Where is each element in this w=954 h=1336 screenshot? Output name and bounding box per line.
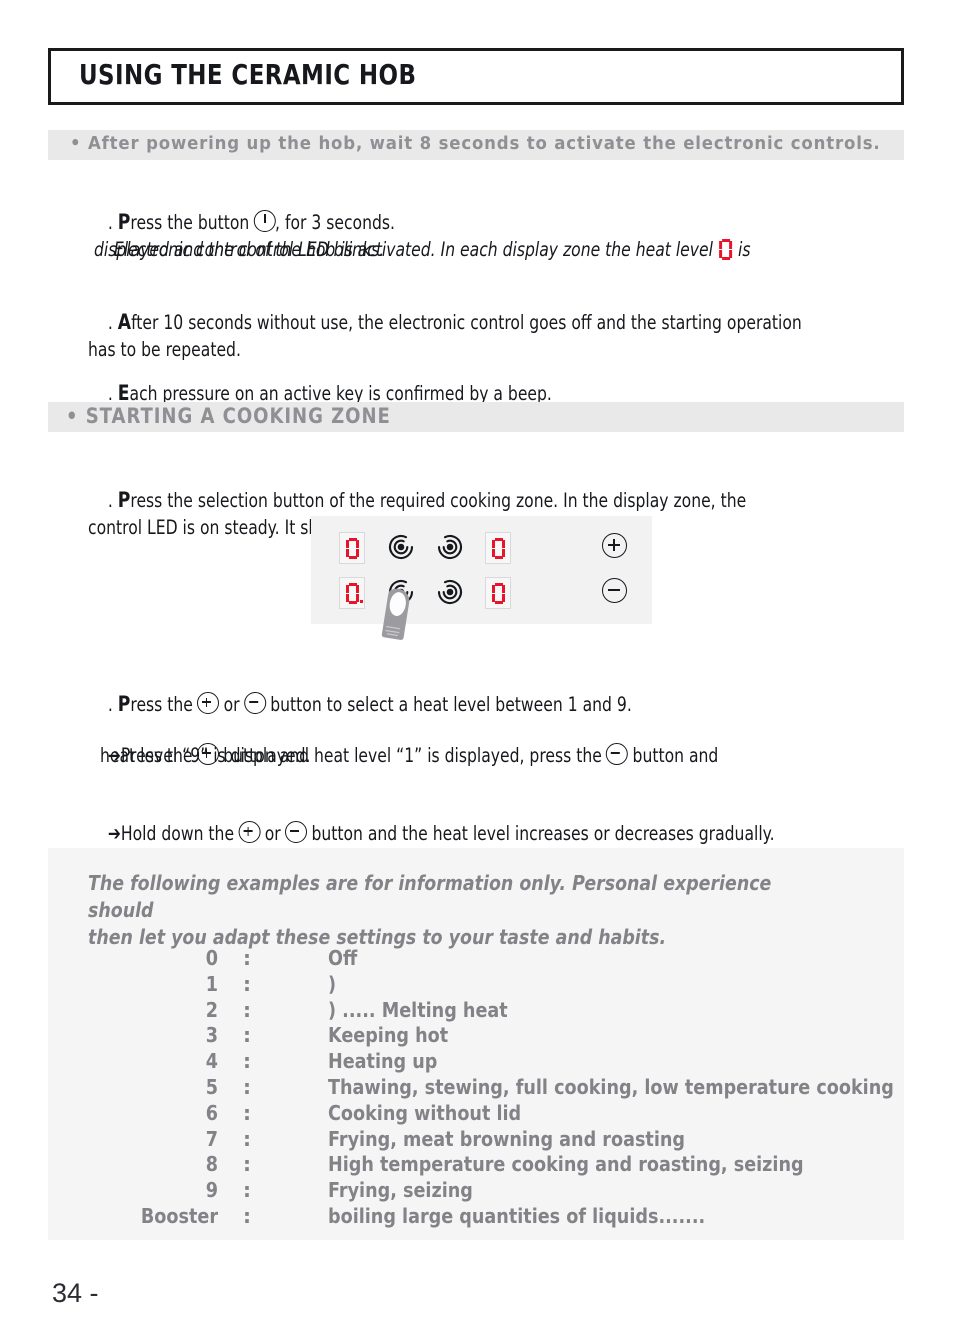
heat-level-description: Frying, meat browning and roasting	[328, 1126, 686, 1151]
heat-level-description: boiling large quantities of liquids.....…	[328, 1203, 706, 1228]
heat-select-dropcap: P	[117, 692, 131, 717]
page-title: USING THE CERAMIC HOB	[79, 58, 417, 91]
table-row: 2: ) ..... Melting heat	[88, 998, 918, 1024]
notice-band: • After powering up the hob, wait 8 seco…	[48, 130, 904, 160]
plus-button[interactable]	[602, 533, 627, 558]
separator-colon: :	[243, 1126, 251, 1151]
bullet-marker: .	[107, 693, 118, 716]
minus-button-icon	[285, 821, 308, 843]
heat-select-text-b: or	[218, 693, 245, 716]
separator-colon: :	[243, 1074, 251, 1099]
table-row: 3: Keeping hot	[88, 1023, 918, 1049]
heat-level-description: Frying, seizing	[328, 1178, 473, 1203]
page-number: 34 -	[52, 1278, 99, 1308]
cooking-zone-dropcap: P	[117, 488, 131, 513]
bullet-2-dropcap: A	[117, 310, 132, 335]
heat-level-description: Off	[328, 946, 358, 970]
table-row: 0: Off	[88, 946, 918, 972]
heat-level-value: 5	[205, 1074, 218, 1099]
heat-select-arrow-1-cont: heat level “9” is displayed.	[100, 744, 311, 767]
display-zone-4	[485, 577, 511, 609]
display-zone-3	[339, 577, 365, 609]
arrow-glyph-icon: ➔	[107, 822, 121, 845]
display-zone-2	[485, 532, 511, 564]
heat-level-description: Heating up	[328, 1049, 438, 1074]
heat-level-value: 3	[205, 1023, 218, 1048]
arrow-2-text-a: Hold down the	[120, 822, 239, 845]
hob-control-panel-diagram	[311, 516, 652, 624]
table-row: Booster: boiling large quantities of liqu…	[88, 1204, 918, 1230]
seven-segment-digit	[346, 538, 359, 559]
page-title-box: USING THE CERAMIC HOB	[48, 48, 904, 105]
table-row: 7: Frying, meat browning and roasting	[88, 1127, 918, 1153]
heat-select-text-a: ress the	[130, 693, 198, 716]
seven-segment-digit	[492, 538, 505, 559]
heat-level-value: 6	[205, 1100, 218, 1125]
pressing-finger-icon	[375, 578, 419, 640]
separator-colon: :	[243, 1152, 251, 1177]
table-row: 9: Frying, seizing	[88, 1178, 918, 1204]
heat-level-description: )	[328, 971, 337, 996]
cooking-zone-selector-4[interactable]	[437, 579, 463, 605]
separator-colon: :	[243, 1049, 251, 1074]
display-zone-1	[339, 532, 365, 564]
arrow-2-text-c: button and the heat level increases or d…	[306, 822, 775, 845]
examples-box: The following examples are for informati…	[48, 848, 904, 1240]
arrow-2-text-b: or	[259, 822, 286, 845]
table-row: 1:)	[88, 972, 918, 998]
heat-level-value: Booster	[140, 1203, 218, 1228]
heat-level-description: ) ..... Melting heat	[328, 997, 508, 1022]
examples-intro-text: The following examples are for informati…	[88, 871, 772, 949]
separator-colon: :	[243, 997, 251, 1022]
heat-select-text-c: button to select a heat level between 1 …	[265, 693, 632, 716]
heat-level-value: 0	[205, 946, 218, 970]
plus-button-icon	[197, 692, 220, 714]
table-row: 6: Cooking without lid	[88, 1101, 918, 1127]
table-row: 8: High temperature cooking and roasting,…	[88, 1152, 918, 1178]
heat-level-description: Thawing, stewing, full cooking, low temp…	[328, 1074, 894, 1099]
separator-colon: :	[243, 1023, 251, 1048]
separator-colon: :	[243, 946, 251, 970]
heat-level-value: 9	[205, 1178, 218, 1203]
decimal-point-indicator	[359, 599, 363, 603]
minus-button-icon	[243, 692, 266, 714]
heat-level-description: Keeping hot	[328, 1023, 449, 1048]
notice-band-text: • After powering up the hob, wait 8 seco…	[70, 133, 881, 154]
heat-level-value: 7	[205, 1126, 218, 1151]
separator-colon: :	[243, 1178, 251, 1203]
bullet-marker: .	[107, 311, 118, 334]
power-on-italic-line-2: displayed and the control LED blinks.	[94, 238, 385, 261]
separator-colon: :	[243, 1100, 251, 1125]
heat-level-value: 8	[205, 1152, 218, 1177]
table-row: 4: Heating up	[88, 1049, 918, 1075]
separator-colon: :	[243, 1203, 251, 1228]
plus-button-icon	[238, 821, 261, 843]
document-page: USING THE CERAMIC HOB • After powering u…	[0, 0, 954, 1336]
cooking-zone-selector-2[interactable]	[437, 534, 463, 560]
heat-level-description: Cooking without lid	[328, 1100, 522, 1125]
section-band-text: • STARTING A COOKING ZONE	[66, 404, 391, 428]
table-row: 5: Thawing, stewing, full cooking, low te…	[88, 1075, 918, 1101]
seven-segment-digit	[346, 583, 359, 604]
heat-level-table: 0: Off 1:) 2:) ..... Melting heat 3: Keeping …	[88, 946, 918, 1230]
cooking-zone-selector-1[interactable]	[388, 534, 414, 560]
section-band: • STARTING A COOKING ZONE	[48, 402, 904, 432]
bullet-marker: .	[107, 489, 118, 512]
heat-level-value: 1	[205, 971, 218, 996]
minus-button[interactable]	[602, 578, 627, 603]
heat-level-description: High temperature cooking and roasting, s…	[328, 1152, 804, 1177]
heat-level-value: 2	[205, 997, 218, 1022]
seven-segment-digit	[492, 583, 505, 604]
heat-level-value: 4	[205, 1049, 218, 1074]
separator-colon: :	[243, 971, 251, 996]
